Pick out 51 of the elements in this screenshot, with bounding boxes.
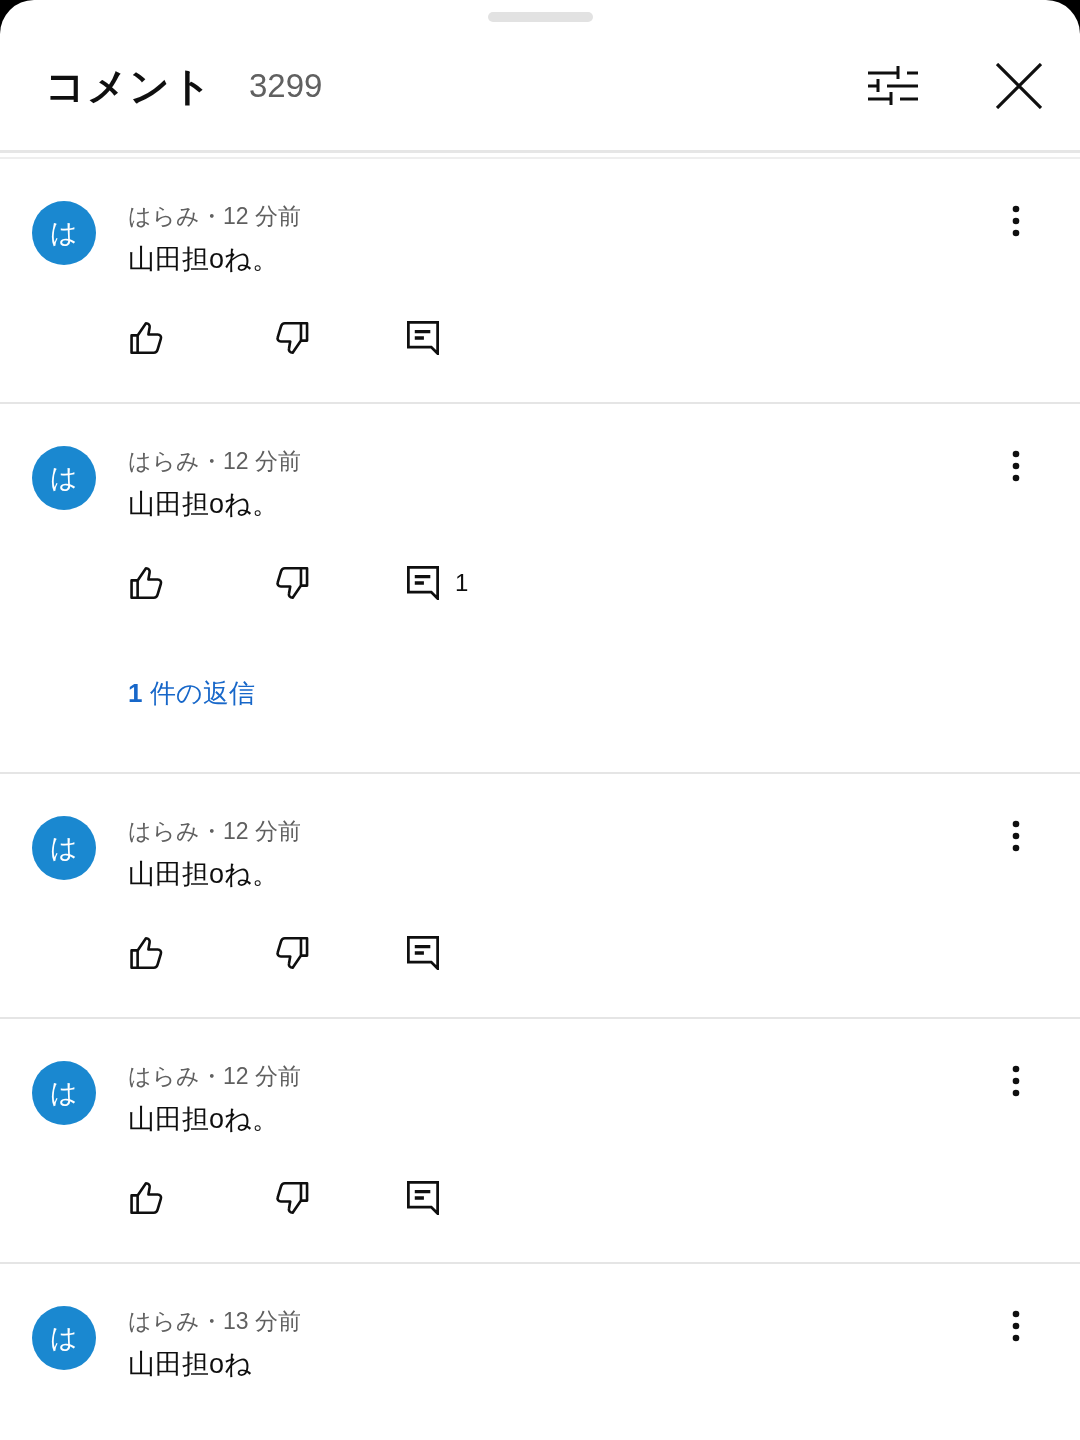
- thumbs-down-icon: [276, 1181, 310, 1215]
- comment-text: 山田担oね。: [128, 488, 280, 521]
- comment-meta: はらみ・12 分前: [128, 817, 301, 846]
- avatar: は: [32, 201, 96, 265]
- thumbs-down-icon: [276, 936, 310, 970]
- avatar: は: [32, 1061, 96, 1125]
- panel-title: コメント: [45, 63, 213, 110]
- replies-link[interactable]: 1 件の返信: [128, 675, 255, 711]
- three-dots-icon: [1012, 820, 1020, 852]
- three-dots-icon: [1012, 1065, 1020, 1097]
- avatar: は: [32, 816, 96, 880]
- comment-text: 山田担oね: [128, 1348, 253, 1381]
- speech-bubble-icon: [406, 321, 440, 355]
- comment-meta: はらみ・12 分前: [128, 447, 301, 476]
- three-dots-icon: [1012, 450, 1020, 482]
- dislike-button[interactable]: [276, 320, 310, 356]
- three-dots-icon: [1012, 205, 1020, 237]
- reply-button[interactable]: 1: [406, 565, 469, 601]
- speech-bubble-icon: [406, 936, 440, 970]
- reply-button[interactable]: [406, 1180, 440, 1216]
- like-button[interactable]: [130, 565, 164, 601]
- like-button[interactable]: [130, 320, 164, 356]
- close-icon: [996, 63, 1042, 109]
- comment-text: 山田担oね。: [128, 243, 280, 276]
- comment-text: 山田担oね。: [128, 1103, 280, 1136]
- avatar: は: [32, 446, 96, 510]
- dislike-button[interactable]: [276, 1180, 310, 1216]
- comment-meta: はらみ・12 分前: [128, 202, 301, 231]
- thumbs-up-icon: [130, 321, 164, 355]
- like-button[interactable]: [130, 1180, 164, 1216]
- thumbs-up-icon: [130, 566, 164, 600]
- drag-handle[interactable]: [487, 12, 593, 22]
- dislike-button[interactable]: [276, 565, 310, 601]
- avatar: は: [32, 1306, 96, 1370]
- comment-meta: はらみ・13 分前: [128, 1307, 301, 1336]
- speech-bubble-icon: [406, 566, 440, 600]
- comment-meta: はらみ・12 分前: [128, 1062, 301, 1091]
- thumbs-up-icon: [130, 936, 164, 970]
- dislike-button[interactable]: [276, 935, 310, 971]
- comment-text: 山田担oね。: [128, 858, 280, 891]
- sliders-icon: [868, 64, 918, 108]
- thumbs-up-icon: [130, 1181, 164, 1215]
- comment-count: 3299: [249, 66, 323, 106]
- thumbs-down-icon: [276, 321, 310, 355]
- close-button[interactable]: [996, 63, 1042, 109]
- speech-bubble-icon: [406, 1181, 440, 1215]
- reply-button[interactable]: [406, 935, 440, 971]
- three-dots-icon: [1012, 1310, 1020, 1342]
- like-button[interactable]: [130, 935, 164, 971]
- reply-button[interactable]: [406, 320, 440, 356]
- thumbs-down-icon: [276, 566, 310, 600]
